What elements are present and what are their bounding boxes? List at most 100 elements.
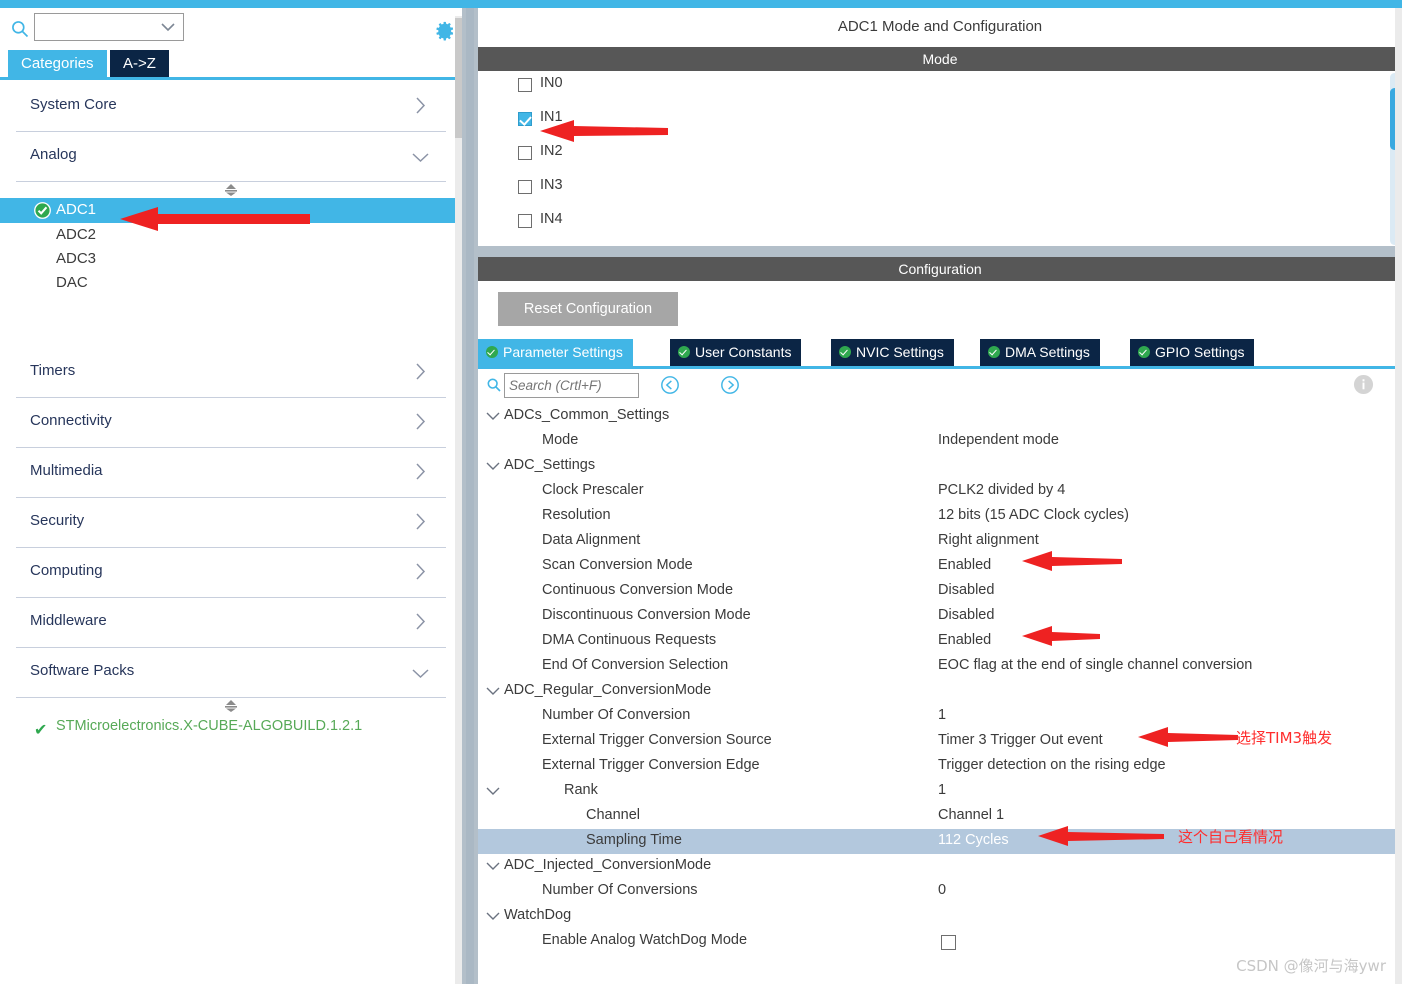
panel-splitter-grip[interactable] <box>466 8 474 984</box>
sidebar-search-combobox[interactable] <box>34 13 184 41</box>
checkbox-enable-analog-watchdog[interactable] <box>941 935 956 950</box>
tree-group-adc-injected-conversionmode[interactable]: ADC_Injected_ConversionMode <box>478 854 1402 879</box>
sidebar-item-security[interactable]: Security <box>0 498 462 548</box>
status-check-icon <box>486 346 498 358</box>
sidebar-item-analog[interactable]: Analog <box>0 132 462 182</box>
tab-categories[interactable]: Categories <box>8 50 107 77</box>
sidebar-item-adc3[interactable]: ADC3 <box>0 247 462 271</box>
sidebar-item-timers[interactable]: Timers <box>0 348 462 398</box>
parameter-value[interactable]: 112 Cycles <box>938 832 1009 848</box>
chevron-down-icon[interactable] <box>486 686 500 696</box>
tab-gpio-settings[interactable]: GPIO Settings <box>1130 339 1255 366</box>
parameter-value[interactable]: Right alignment <box>938 532 1039 548</box>
chevron-down-icon[interactable] <box>486 786 500 796</box>
parameter-name: WatchDog <box>504 907 572 923</box>
sidebar-item-software-packs[interactable]: Software Packs <box>0 648 462 698</box>
sidebar-item-computing[interactable]: Computing <box>0 548 462 598</box>
parameter-value[interactable]: Trigger detection on the rising edge <box>938 757 1166 773</box>
sidebar-item-label: ADC1 <box>56 201 97 218</box>
tab-parameter-settings[interactable]: Parameter Settings <box>478 339 633 366</box>
parameter-value[interactable]: 12 bits (15 ADC Clock cycles) <box>938 507 1129 523</box>
software-packs-drag-handle[interactable] <box>0 698 462 714</box>
parameter-value[interactable]: PCLK2 divided by 4 <box>938 482 1065 498</box>
tree-group-adcs-common-settings[interactable]: ADCs_Common_Settings <box>478 404 1402 429</box>
info-icon[interactable] <box>1353 374 1374 395</box>
table-row[interactable]: Number Of Conversion 1 <box>478 704 1402 729</box>
table-row[interactable]: Data Alignment Right alignment <box>478 529 1402 554</box>
parameter-value[interactable]: Timer 3 Trigger Out event <box>938 732 1103 748</box>
parameter-value[interactable]: Channel 1 <box>938 807 1004 823</box>
checkbox-in2[interactable] <box>518 146 532 160</box>
parameter-value[interactable]: 0 <box>938 882 946 898</box>
checkbox-in3[interactable] <box>518 180 532 194</box>
mode-row-in4[interactable]: IN4 <box>478 207 1402 241</box>
tree-group-rank[interactable]: Rank 1 <box>478 779 1402 804</box>
sidebar-item-adc1[interactable]: ADC1 <box>0 198 462 223</box>
analog-list-drag-handle[interactable] <box>0 182 462 198</box>
software-pack-label: STMicroelectronics.X-CUBE-ALGOBUILD.1.2.… <box>56 718 363 734</box>
chevron-down-icon <box>161 23 175 32</box>
table-row[interactable]: Number Of Conversions 0 <box>478 879 1402 904</box>
previous-match-icon[interactable] <box>660 375 680 395</box>
tree-group-watchdog[interactable]: WatchDog <box>478 904 1402 929</box>
sidebar-scrollbar-track[interactable] <box>455 16 462 984</box>
checkbox-in1[interactable] <box>518 112 532 126</box>
sidebar-item-connectivity[interactable]: Connectivity <box>0 398 462 448</box>
tree-group-adc-regular-conversionmode[interactable]: ADC_Regular_ConversionMode <box>478 679 1402 704</box>
chevron-down-icon[interactable] <box>486 861 500 871</box>
tab-user-constants[interactable]: User Constants <box>670 339 802 366</box>
sidebar-item-middleware[interactable]: Middleware <box>0 598 462 648</box>
sidebar-item-label: ADC3 <box>56 250 97 267</box>
mode-label: IN0 <box>540 75 563 91</box>
tab-a-to-z[interactable]: A->Z <box>110 50 169 77</box>
parameter-value[interactable]: 1 <box>938 782 946 798</box>
next-match-icon[interactable] <box>720 375 740 395</box>
parameter-value[interactable]: Enabled <box>938 557 991 573</box>
parameter-name: ADC_Settings <box>504 457 596 473</box>
parameter-value[interactable]: Enabled <box>938 632 991 648</box>
category-label: Security <box>30 512 85 529</box>
parameter-value[interactable]: Disabled <box>938 607 994 623</box>
sidebar-item-system-core[interactable]: System Core <box>0 82 462 132</box>
mode-row-in3[interactable]: IN3 <box>478 173 1402 207</box>
parameter-name: Number Of Conversion <box>542 707 691 723</box>
tab-dma-settings[interactable]: DMA Settings <box>980 339 1100 366</box>
table-row[interactable]: Scan Conversion Mode Enabled <box>478 554 1402 579</box>
mode-label: IN2 <box>540 143 563 159</box>
table-row[interactable]: Mode Independent mode <box>478 429 1402 454</box>
mode-row-in2[interactable]: IN2 <box>478 139 1402 173</box>
tab-label: Parameter Settings <box>503 344 623 360</box>
gear-icon[interactable] <box>434 20 456 42</box>
table-row[interactable]: DMA Continuous Requests Enabled <box>478 629 1402 654</box>
chevron-down-icon[interactable] <box>486 461 500 471</box>
parameter-value[interactable]: Disabled <box>938 582 994 598</box>
chevron-down-icon[interactable] <box>486 411 500 421</box>
table-row[interactable]: Discontinuous Conversion Mode Disabled <box>478 604 1402 629</box>
parameter-value[interactable]: EOC flag at the end of single channel co… <box>938 657 1252 673</box>
sidebar-item-dac[interactable]: DAC <box>0 271 462 295</box>
table-row[interactable]: Clock Prescaler PCLK2 divided by 4 <box>478 479 1402 504</box>
table-row[interactable]: External Trigger Conversion Edge Trigger… <box>478 754 1402 779</box>
checkbox-in4[interactable] <box>518 214 532 228</box>
parameter-value[interactable]: 1 <box>938 707 946 723</box>
list-item-software-pack[interactable]: ✔ STMicroelectronics.X-CUBE-ALGOBUILD.1.… <box>0 714 462 742</box>
table-row[interactable]: End Of Conversion Selection EOC flag at … <box>478 654 1402 679</box>
mode-row-in0[interactable]: IN0 <box>478 71 1402 105</box>
sidebar-item-label: DAC <box>56 274 88 291</box>
tab-nvic-settings[interactable]: NVIC Settings <box>831 339 954 366</box>
table-row-analog-watchdog[interactable]: Enable Analog WatchDog Mode <box>478 929 1402 954</box>
table-row[interactable]: Continuous Conversion Mode Disabled <box>478 579 1402 604</box>
mode-section-header: Mode <box>478 47 1402 71</box>
sidebar-scrollbar-thumb[interactable] <box>455 18 462 138</box>
chevron-down-icon[interactable] <box>486 911 500 921</box>
search-input[interactable] <box>504 373 639 398</box>
reset-configuration-button[interactable]: Reset Configuration <box>498 292 678 326</box>
parameter-value[interactable]: Independent mode <box>938 432 1059 448</box>
mode-row-in1[interactable]: IN1 <box>478 105 1402 139</box>
sidebar-item-multimedia[interactable]: Multimedia <box>0 448 462 498</box>
checkbox-in0[interactable] <box>518 78 532 92</box>
main-scrollbar-track[interactable] <box>1395 8 1402 984</box>
table-row[interactable]: Resolution 12 bits (15 ADC Clock cycles) <box>478 504 1402 529</box>
sidebar-item-adc2[interactable]: ADC2 <box>0 223 462 247</box>
tree-group-adc-settings[interactable]: ADC_Settings <box>478 454 1402 479</box>
